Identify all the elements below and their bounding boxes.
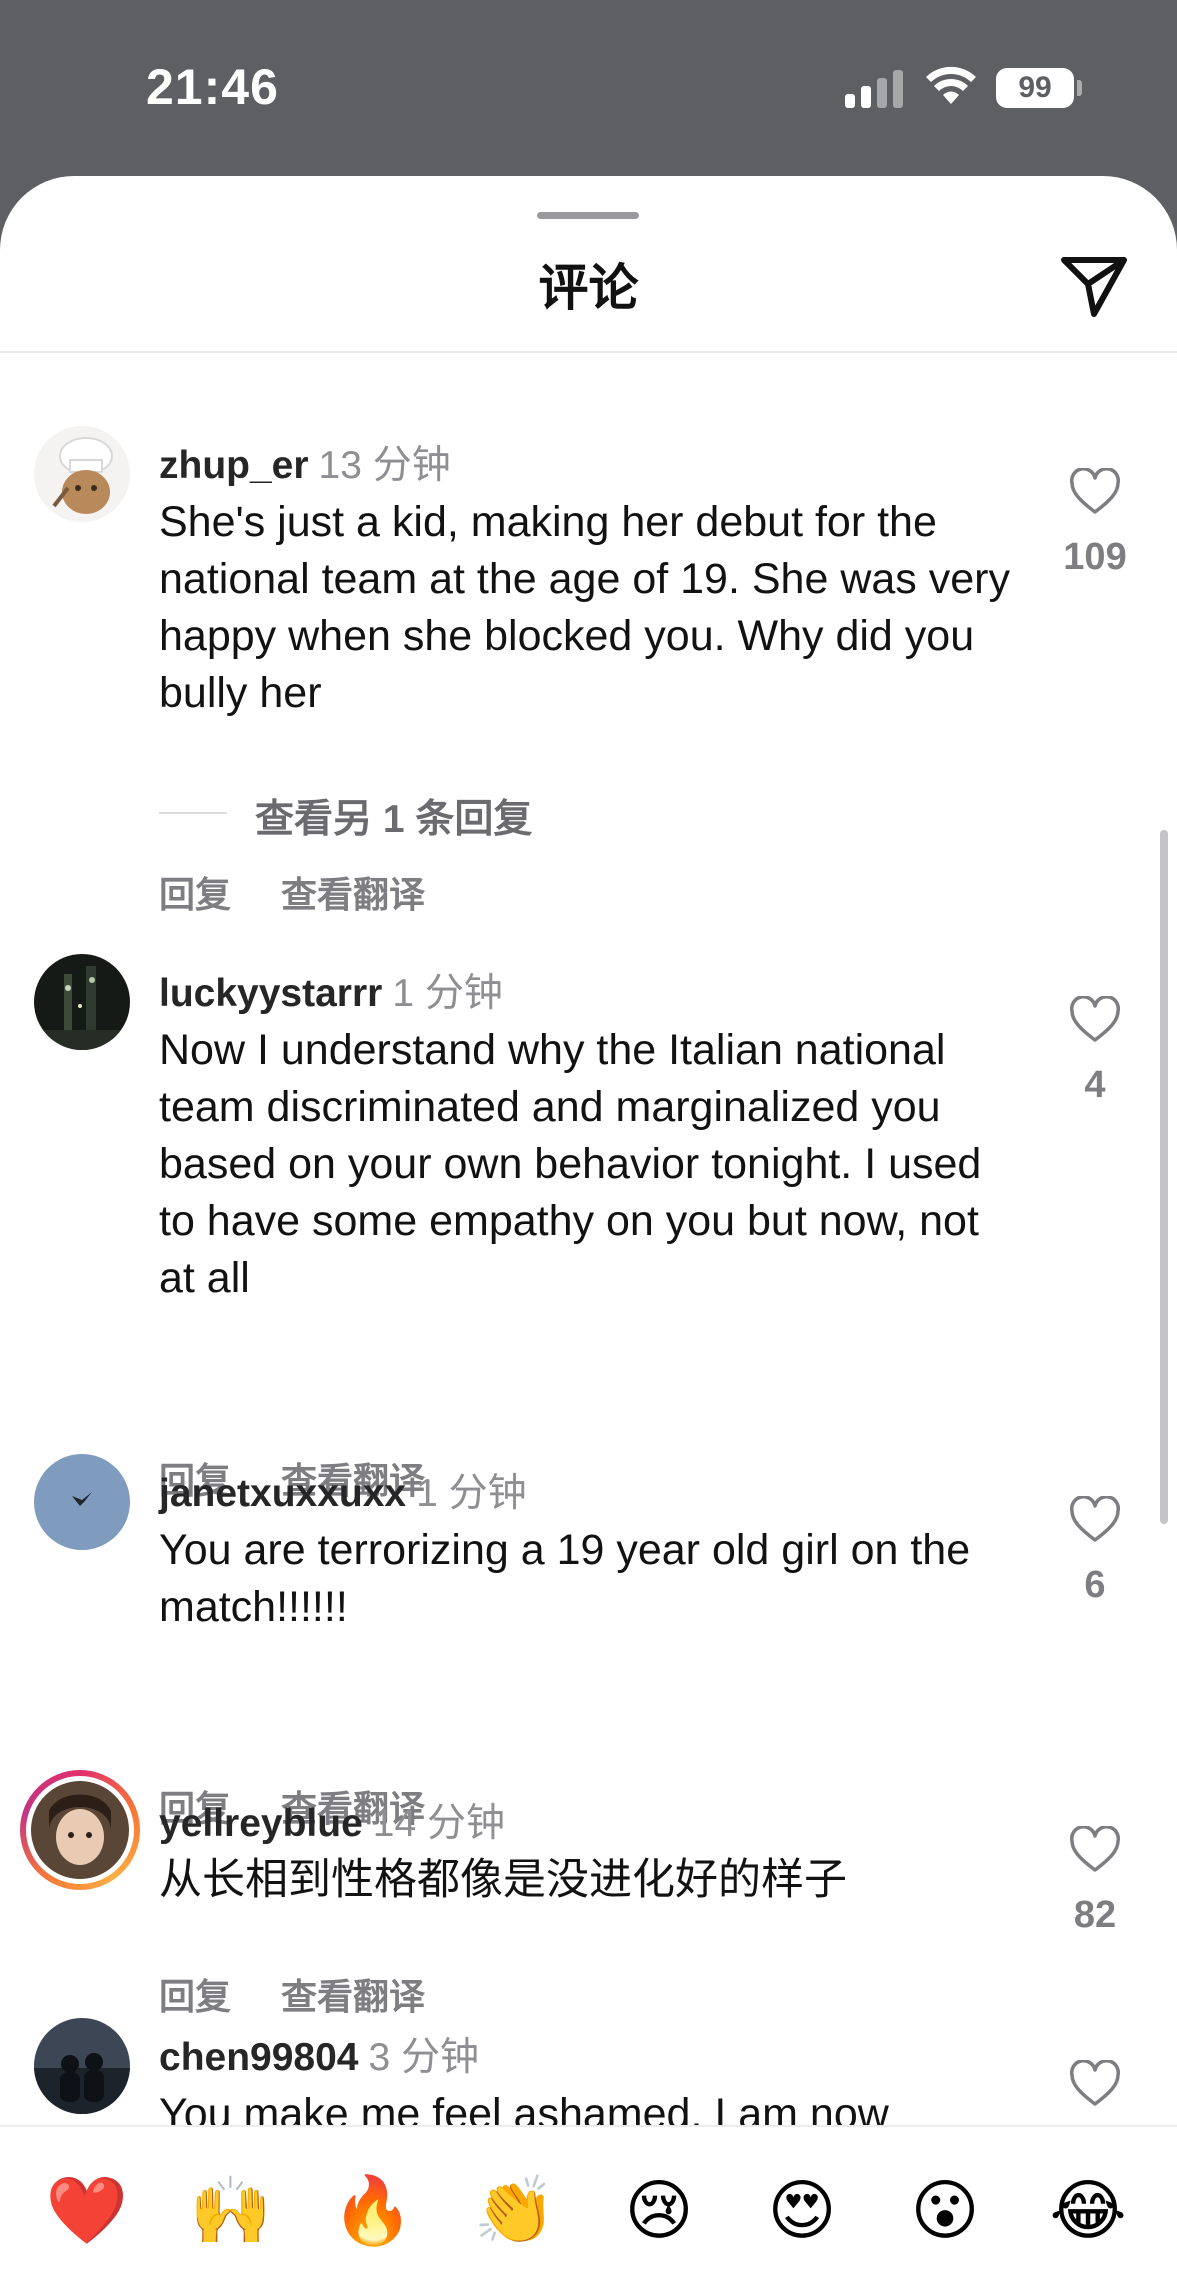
status-time: 21:46 — [146, 59, 279, 115]
like-control: 82 — [1060, 1826, 1130, 1937]
night-city-avatar-icon — [34, 954, 130, 1050]
username[interactable]: janetxuxxuxx — [159, 1472, 406, 1515]
like-count: 109 — [1063, 536, 1127, 578]
username[interactable]: zhup_er — [159, 444, 309, 487]
avatar[interactable] — [34, 426, 130, 522]
emoji-reaction-bar: ❤️ 🙌 🔥 👏 😢 😍 😮 😂 — [0, 2125, 1177, 2295]
comment-time: 3 分钟 — [368, 2036, 480, 2079]
chef-cat-avatar-icon — [34, 426, 130, 522]
sheet-grabber[interactable] — [537, 212, 639, 219]
comments-sheet: 评论 zhup_er 13 分钟 She's just a kid, making… — [0, 176, 1177, 2295]
comment-header: yellreyblue 14 分钟 — [159, 1792, 505, 1848]
avatar[interactable] — [20, 1770, 140, 1890]
status-bar: 21:46 99 — [0, 0, 1177, 180]
comment-actions: 回复 查看翻译 — [159, 1968, 425, 2020]
avatar[interactable] — [34, 2018, 130, 2114]
like-control — [1060, 2060, 1130, 2108]
comment-time: 14 分钟 — [372, 1802, 505, 1845]
reply-button[interactable]: 回复 — [159, 866, 231, 918]
heart-eyes-emoji-icon[interactable]: 😍 — [757, 2171, 847, 2251]
red-heart-emoji-icon[interactable]: ❤️ — [42, 2171, 132, 2251]
like-control: 109 — [1060, 468, 1130, 579]
header-divider — [0, 351, 1177, 353]
like-count: 6 — [1084, 1564, 1106, 1606]
surprised-face-emoji-icon[interactable]: 😮 — [900, 2171, 990, 2251]
username[interactable]: yellreyblue — [159, 1802, 363, 1845]
translate-button[interactable]: 查看翻译 — [281, 1968, 425, 2020]
reply-button[interactable]: 回复 — [159, 1968, 231, 2020]
like-count: 4 — [1084, 1064, 1106, 1106]
avatar[interactable] — [34, 954, 130, 1050]
comment-header: chen99804 3 分钟 — [159, 2026, 479, 2082]
cellular-signal-icon — [845, 68, 903, 108]
like-control: 4 — [1060, 996, 1130, 1107]
comment-header: luckyystarrr 1 分钟 — [159, 962, 503, 1018]
bird-sky-avatar-icon — [34, 1454, 130, 1550]
like-control: 6 — [1060, 1496, 1130, 1607]
replies-divider — [159, 812, 227, 814]
view-replies-button[interactable]: 查看另 1 条回复 — [255, 788, 532, 844]
comment-time: 13 分钟 — [318, 444, 451, 487]
comment-text: She's just a kid, making her debut for t… — [159, 498, 1010, 717]
avatar[interactable] — [34, 1454, 130, 1550]
comment-text: Now I understand why the Italian nationa… — [159, 1026, 982, 1302]
heart-outline-icon[interactable] — [1069, 1496, 1121, 1544]
crying-face-emoji-icon[interactable]: 😢 — [614, 2171, 704, 2251]
translate-button[interactable]: 查看翻译 — [281, 866, 425, 918]
comment-header: janetxuxxuxx 1 分钟 — [159, 1462, 527, 1518]
heart-outline-icon[interactable] — [1069, 468, 1121, 516]
battery-tip — [1077, 80, 1082, 96]
battery-indicator: 99 — [996, 68, 1074, 108]
comment-time: 1 分钟 — [392, 972, 503, 1015]
comment-time: 1 分钟 — [416, 1472, 527, 1515]
raised-hands-emoji-icon[interactable]: 🙌 — [186, 2171, 276, 2251]
portrait-avatar-icon — [31, 1781, 129, 1879]
fire-emoji-icon[interactable]: 🔥 — [328, 2171, 418, 2251]
username[interactable]: luckyystarrr — [159, 972, 382, 1015]
heart-outline-icon[interactable] — [1069, 1826, 1121, 1874]
tears-of-joy-emoji-icon[interactable]: 😂 — [1043, 2171, 1133, 2251]
scrollbar[interactable] — [1160, 830, 1168, 1524]
comment-text: You are terrorizing a 19 year old girl o… — [159, 1526, 971, 1631]
username[interactable]: chen99804 — [159, 2036, 358, 2079]
silhouette-avatar-icon — [34, 2018, 130, 2114]
comment-actions: 回复 查看翻译 — [159, 866, 425, 918]
sheet-title: 评论 — [538, 260, 639, 316]
heart-outline-icon[interactable] — [1069, 2060, 1121, 2108]
wifi-icon — [926, 66, 976, 104]
like-count: 82 — [1073, 1894, 1117, 1936]
clapping-hands-emoji-icon[interactable]: 👏 — [470, 2171, 560, 2251]
comment-text: 从长相到性格都像是没进化好的样子 — [159, 1856, 847, 1904]
comment-header: zhup_er 13 分钟 — [159, 434, 451, 490]
heart-outline-icon[interactable] — [1069, 996, 1121, 1044]
send-icon[interactable] — [1060, 254, 1128, 318]
